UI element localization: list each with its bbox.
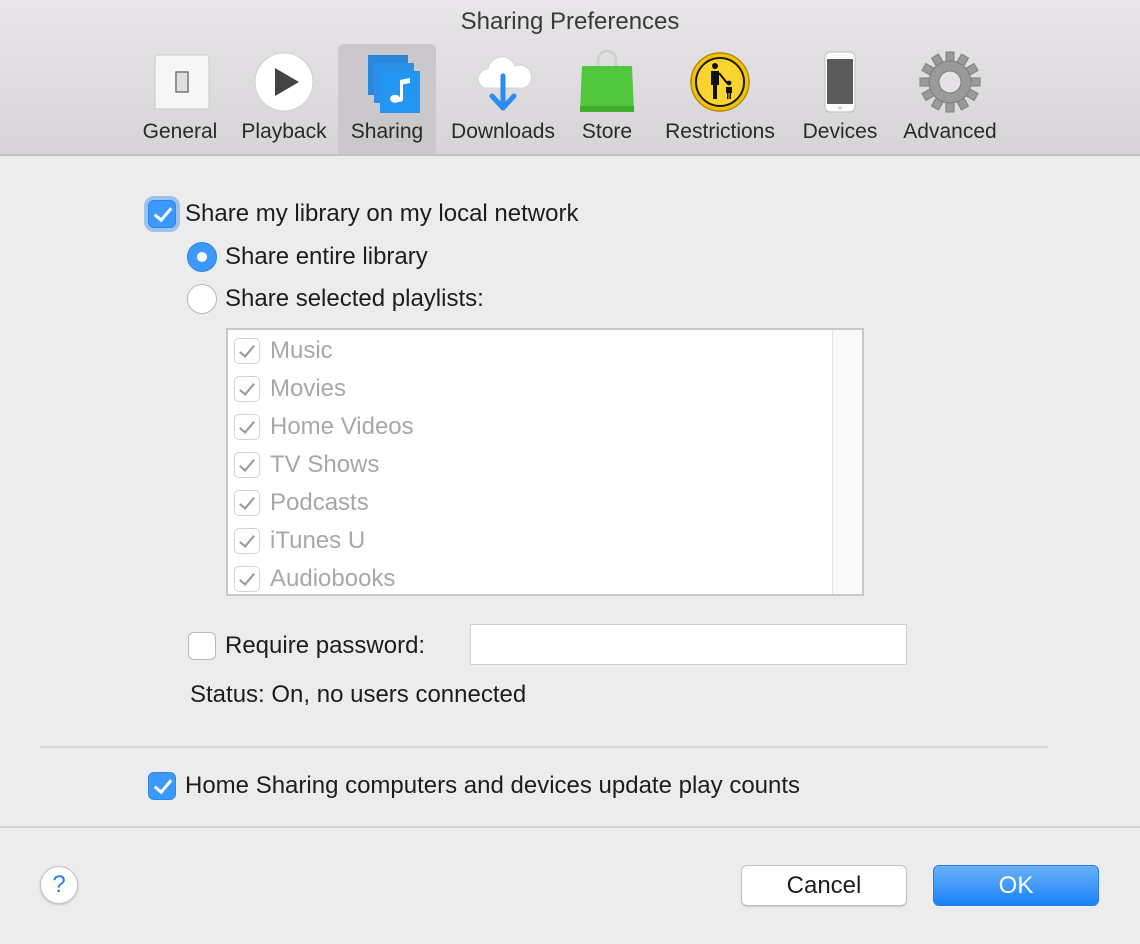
playlist-checkbox[interactable] (234, 338, 260, 364)
titlebar: Sharing Preferences General Playback Sha… (0, 0, 1140, 156)
tab-label: Sharing (350, 120, 424, 143)
playlist-checkbox[interactable] (234, 414, 260, 440)
sharing-preferences-window: Sharing Preferences General Playback Sha… (0, 0, 1140, 944)
tab-label: Downloads (451, 120, 555, 143)
share-selected-playlists-label: Share selected playlists: (225, 285, 484, 312)
playlist-label: Home Videos (270, 413, 414, 440)
divider (0, 826, 1140, 828)
playlist-checkbox[interactable] (234, 376, 260, 402)
tab-devices[interactable]: Devices (797, 44, 883, 154)
tab-label: General (142, 120, 218, 143)
tab-label: Devices (802, 120, 878, 143)
playlist-label: Movies (270, 375, 347, 402)
ok-button[interactable]: OK (933, 865, 1099, 906)
shopping-bag-icon (574, 49, 640, 116)
cancel-button[interactable]: Cancel (741, 865, 907, 906)
playlist-scrollbar[interactable] (832, 330, 862, 594)
password-input[interactable] (470, 624, 907, 665)
tab-general[interactable]: General (138, 44, 222, 154)
update-play-counts-checkbox[interactable] (148, 772, 176, 800)
tab-playback[interactable]: Playback (234, 44, 334, 154)
share-entire-library-radio[interactable] (187, 242, 217, 272)
list-item[interactable]: Movies (234, 370, 346, 408)
preferences-toolbar: General Playback Sharing Downloads Store… (0, 44, 1140, 154)
share-selected-playlists-radio[interactable] (187, 284, 217, 314)
playlist-checkbox[interactable] (234, 490, 260, 516)
share-entire-library-label: Share entire library (225, 243, 428, 270)
playlist-list: Music Movies Home Videos TV Shows Podcas… (226, 328, 864, 596)
list-item[interactable]: TV Shows (234, 446, 379, 484)
switch-icon (147, 50, 213, 116)
parental-controls-icon (687, 50, 753, 116)
list-item[interactable]: Music (234, 332, 333, 370)
list-item[interactable]: Audiobooks (234, 560, 395, 598)
tab-sharing[interactable]: Sharing (338, 44, 436, 154)
tab-label: Playback (241, 120, 327, 143)
playlist-label: Music (270, 337, 333, 364)
status-text: Status: On, no users connected (190, 681, 527, 708)
playlist-checkbox[interactable] (234, 566, 260, 592)
playlist-label: TV Shows (270, 451, 380, 478)
play-icon (251, 50, 317, 116)
music-library-stack-icon (354, 50, 422, 116)
help-button[interactable]: ? (40, 866, 78, 904)
list-item[interactable]: iTunes U (234, 522, 365, 560)
tab-label: Advanced (903, 120, 997, 143)
divider (40, 746, 1048, 748)
window-title: Sharing Preferences (460, 8, 680, 35)
gear-icon (917, 50, 983, 116)
tab-advanced[interactable]: Advanced (896, 44, 1004, 154)
tab-label: Restrictions (665, 120, 775, 143)
update-play-counts-label: Home Sharing computers and devices updat… (185, 772, 801, 799)
tab-label: Store (581, 120, 633, 143)
tab-restrictions[interactable]: Restrictions (654, 44, 786, 154)
iphone-icon (807, 50, 873, 116)
playlist-checkbox[interactable] (234, 452, 260, 478)
playlist-checkbox[interactable] (234, 528, 260, 554)
require-password-checkbox[interactable] (188, 632, 216, 660)
list-item[interactable]: Podcasts (234, 484, 369, 522)
cloud-download-icon (470, 50, 536, 116)
tab-store[interactable]: Store (574, 44, 640, 154)
playlist-label: Podcasts (270, 489, 369, 516)
share-library-label: Share my library on my local network (185, 200, 579, 227)
playlist-label: iTunes U (270, 527, 366, 554)
playlist-label: Audiobooks (270, 565, 396, 592)
share-library-checkbox[interactable] (148, 200, 176, 228)
tab-downloads[interactable]: Downloads (443, 44, 563, 154)
list-item[interactable]: Home Videos (234, 408, 414, 446)
require-password-label: Require password: (225, 632, 426, 659)
